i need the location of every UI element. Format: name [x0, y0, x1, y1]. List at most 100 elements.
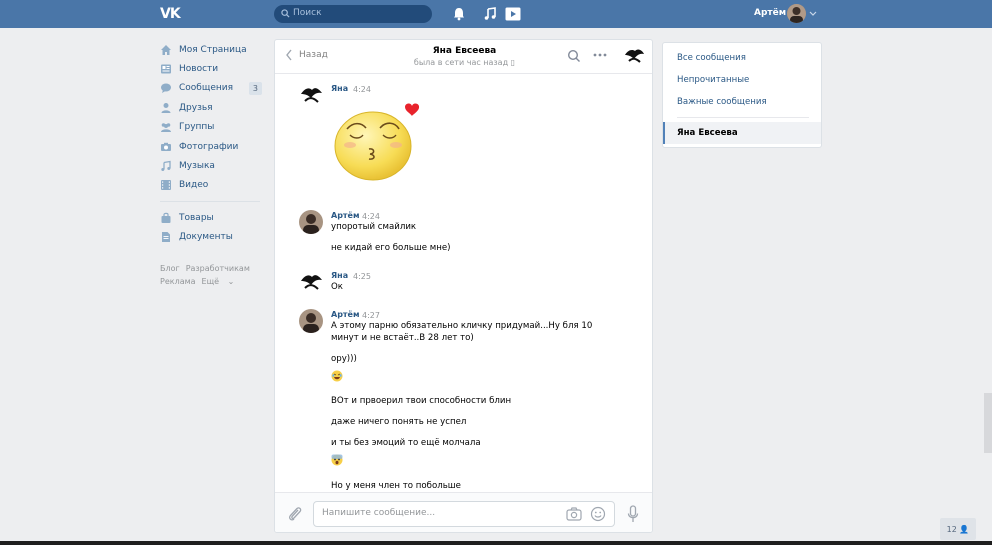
nav-label: Моя Страница — [179, 44, 247, 55]
message-input[interactable] — [322, 508, 552, 518]
search-field[interactable]: Поиск — [274, 5, 432, 23]
laughing-emoji-icon — [331, 370, 343, 382]
message-history[interactable]: Яна 4:24 Артём 4:24 упоротый смайлик не … — [275, 75, 652, 492]
message-time: 4:25 — [353, 272, 371, 281]
more-options-icon[interactable] — [593, 52, 607, 58]
nav-divider — [160, 201, 260, 203]
nav-item-news[interactable]: Новости — [160, 59, 266, 78]
messages-icon — [161, 83, 171, 94]
message-author[interactable]: Артём — [331, 310, 360, 319]
nav-item-my-page[interactable]: Моя Страница — [160, 40, 266, 59]
message-text: упоротый смайлик — [331, 222, 417, 232]
left-nav: Моя Страница Новости Сообщения 3 Друзья … — [160, 40, 266, 288]
search-placeholder: Поиск — [293, 8, 322, 18]
page-scrollbar[interactable] — [984, 393, 992, 453]
partner-avatar-image — [299, 270, 323, 294]
message-text: ору))) — [331, 354, 357, 364]
nav-item-messages[interactable]: Сообщения 3 — [160, 79, 266, 98]
top-user-name[interactable]: Артём — [754, 8, 786, 18]
person-icon: 👤 — [959, 524, 970, 534]
message-text: даже ничего понять не успел — [331, 417, 467, 427]
bag-icon — [161, 212, 171, 223]
chevron-down-icon[interactable] — [809, 9, 817, 17]
nav-item-video[interactable]: Видео — [160, 176, 266, 195]
active-conversation-label: Яна Евсеева — [677, 128, 738, 138]
chat-header: Назад Яна Евсеева была в сети час назад … — [275, 40, 652, 74]
user-avatar-image — [787, 4, 806, 23]
nav-item-goods[interactable]: Товары — [160, 208, 266, 227]
nav-label: Новости — [179, 64, 219, 75]
message-text: минут и не встаёт..В 28 лет то) — [331, 333, 474, 343]
music-note-icon[interactable] — [482, 6, 498, 22]
message-text: и ты без эмоций то ещё молчала — [331, 438, 481, 448]
kiss-sticker-icon[interactable] — [333, 99, 423, 181]
nav-item-music[interactable]: Музыка — [160, 156, 266, 175]
user-avatar-image — [299, 309, 323, 333]
message-filters-panel: Все сообщения Непрочитанные Важные сообщ… — [662, 42, 822, 148]
online-friends-badge[interactable]: 12 👤 — [940, 518, 976, 540]
home-icon — [161, 44, 171, 55]
message-avatar[interactable] — [299, 309, 323, 333]
nav-item-friends[interactable]: Друзья — [160, 98, 266, 117]
online-count: 12 — [946, 524, 957, 534]
search-icon[interactable] — [567, 49, 581, 63]
message-time: 4:24 — [362, 212, 380, 221]
panel-divider — [677, 117, 809, 118]
messages-count-badge: 3 — [248, 81, 262, 95]
news-icon — [161, 64, 171, 74]
message-text: А этому парню обязательно кличку придума… — [331, 321, 593, 331]
message-avatar[interactable] — [299, 270, 323, 294]
chat-status: была в сети час назад ▯ — [275, 58, 652, 67]
camera-icon — [161, 142, 171, 151]
microphone-icon[interactable] — [627, 505, 639, 523]
screen-bottom-edge — [0, 541, 992, 545]
nav-label: Товары — [179, 212, 214, 223]
nav-label: Фотографии — [179, 141, 239, 152]
filter-unread[interactable]: Непрочитанные — [677, 75, 749, 85]
nav-item-documents[interactable]: Документы — [160, 228, 266, 247]
footer-link-developers[interactable]: Разработчикам — [186, 264, 250, 273]
top-avatar[interactable] — [787, 4, 806, 23]
message-text: Но у меня член то побольше — [331, 481, 461, 491]
music-icon — [161, 160, 171, 172]
footer-links: Блог Разработчикам Реклама Ещё ⌄ — [160, 262, 266, 288]
chat-panel: Назад Яна Евсеева была в сети час назад … — [274, 39, 653, 533]
filter-all-messages[interactable]: Все сообщения — [677, 53, 746, 63]
chat-partner-avatar[interactable] — [623, 45, 645, 67]
nav-label: Сообщения — [179, 83, 234, 94]
message-author[interactable]: Яна — [331, 271, 348, 280]
chat-status-text: была в сети час назад — [413, 58, 509, 67]
bell-icon[interactable] — [451, 6, 467, 22]
video-play-icon[interactable] — [505, 6, 521, 22]
document-icon — [162, 232, 170, 243]
message-author[interactable]: Артём — [331, 211, 360, 220]
message-text: не кидай его больше мне) — [331, 243, 451, 253]
message-avatar[interactable] — [299, 83, 323, 107]
footer-link-more[interactable]: Ещё ⌄ — [202, 277, 235, 286]
message-avatar[interactable] — [299, 210, 323, 234]
footer-link-blog[interactable]: Блог — [160, 264, 180, 273]
nav-label: Друзья — [179, 102, 213, 113]
filter-important[interactable]: Важные сообщения — [677, 97, 767, 107]
vk-logo[interactable]: VK — [160, 6, 184, 22]
nav-item-photos[interactable]: Фотографии — [160, 137, 266, 156]
footer-more-label: Ещё — [201, 276, 220, 286]
message-time: 4:24 — [353, 85, 371, 94]
message-input-box[interactable] — [313, 501, 615, 527]
footer-link-ads[interactable]: Реклама — [160, 277, 196, 286]
partner-avatar-image — [299, 83, 323, 107]
emoji-icon[interactable] — [590, 506, 606, 522]
user-avatar-image — [299, 210, 323, 234]
camera-icon[interactable] — [566, 507, 582, 521]
message-composer — [275, 492, 652, 532]
groups-icon — [161, 123, 171, 133]
nav-item-groups[interactable]: Группы — [160, 118, 266, 137]
scared-emoji-icon — [331, 454, 343, 466]
message-text: ВОт и првоерил твои способности блин — [331, 396, 512, 406]
active-conversation-item[interactable]: Яна Евсеева — [663, 122, 821, 144]
nav-label: Музыка — [179, 161, 215, 172]
top-bar: VK Поиск Артём — [0, 0, 992, 28]
message-author[interactable]: Яна — [331, 84, 348, 93]
paperclip-icon[interactable] — [287, 505, 303, 523]
